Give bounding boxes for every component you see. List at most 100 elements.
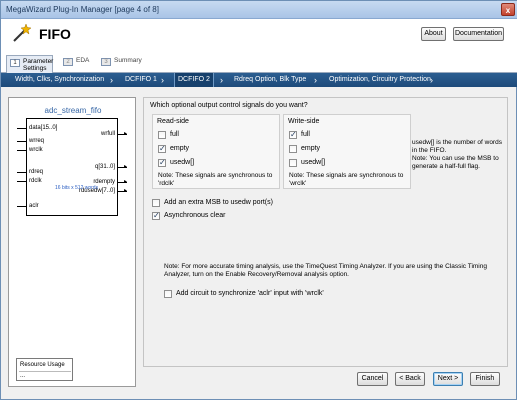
chevron-right-icon: › [430, 75, 433, 85]
chevron-right-icon: › [314, 75, 317, 85]
pin-rdclk: rdclk [29, 178, 42, 184]
tab-eda[interactable]: 2 EDA [60, 55, 96, 73]
output-arrow-icon: ▸ [124, 131, 128, 137]
resource-usage-value: ... [20, 373, 26, 379]
sync-aclr-checkbox[interactable] [164, 290, 172, 298]
read-empty-label: empty [170, 145, 190, 152]
crumb-dcfifo-2[interactable]: DCFIFO 2 [174, 73, 214, 87]
cancel-label: Cancel [361, 375, 384, 382]
options-panel: Which optional output control signals do… [143, 97, 508, 367]
timing-note-line1: Note: For more accurate timing analysis,… [164, 263, 487, 270]
read-full-label: full [170, 131, 179, 138]
finish-button[interactable]: Finish [470, 372, 500, 386]
wizard-header: FIFO About Documentation [1, 19, 517, 52]
msb-info-text: Note: You can use the MSB to generate a … [412, 155, 499, 170]
chevron-right-icon: › [110, 75, 113, 85]
pin-rdreq: rdreq [29, 169, 44, 175]
tab-number: 1 [10, 59, 20, 67]
chevron-right-icon: › [161, 75, 164, 85]
read-side-note: Note: These signals are synchronous to '… [158, 172, 272, 188]
usedw-info: usedw[] is the number of words in the FI… [412, 139, 508, 171]
divider [19, 371, 71, 372]
output-arrow-icon: ▸ [124, 179, 128, 185]
breadcrumb: Width, Clks, Synchronization › DCFIFO 1 … [1, 73, 517, 87]
about-button[interactable]: About [421, 27, 446, 41]
next-button[interactable]: Next > [433, 372, 463, 386]
diagram-title: adc_stream_fifo [44, 106, 102, 115]
crumb-width-clks[interactable]: Width, Clks, Synchronization [15, 73, 104, 87]
pin-stub [17, 206, 26, 207]
resource-usage-box: Resource Usage ... [16, 358, 73, 381]
pin-wrclk: wrclk [29, 147, 43, 153]
documentation-label: Documentation [454, 30, 503, 37]
magic-wand-icon [13, 23, 32, 42]
extra-msb-label: Add an extra MSB to usedw port(s) [164, 199, 273, 206]
async-clear-checkbox[interactable] [152, 211, 160, 220]
timing-note: Note: For more accurate timing analysis,… [164, 263, 504, 279]
tab-summary[interactable]: 3 Summary [98, 55, 146, 73]
title-bar: MegaWizard Plug-In Manager [page 4 of 8]… [1, 1, 517, 19]
write-usedw-checkbox[interactable] [289, 159, 297, 167]
crumb-dcfifo-1[interactable]: DCFIFO 1 [125, 73, 157, 87]
pin-data: data[15..0] [29, 125, 58, 131]
signals-question: Which optional output control signals do… [150, 102, 308, 109]
about-label: About [424, 30, 443, 37]
tab-parameter-settings[interactable]: 1 Parameter Settings [6, 55, 53, 74]
write-note-line2: 'wrclk' [289, 180, 307, 187]
back-label: < Back [399, 375, 421, 382]
read-note-line2: 'rdclk' [158, 180, 175, 187]
output-arrow-icon: ▸ [124, 188, 128, 194]
write-side-group: Write-side full empty usedw[] Note: Thes… [283, 114, 411, 189]
read-side-heading: Read-side [157, 118, 189, 125]
read-side-group: Read-side full empty usedw[] Note: These… [152, 114, 280, 189]
cancel-button[interactable]: Cancel [357, 372, 388, 386]
pin-stub [17, 181, 26, 182]
tab-label: Summary [114, 57, 142, 64]
read-usedw-checkbox[interactable] [158, 158, 166, 167]
page-title: FIFO [39, 26, 71, 42]
symbol-preview-panel: adc_stream_fifo ▸ ▸ ▸ ▸ data[15..0] wrre… [8, 97, 136, 387]
pin-aclr: aclr [29, 203, 39, 209]
pin-wrreq: wrreq [29, 138, 45, 144]
page-tabs: 1 Parameter Settings 2 EDA 3 Summary [1, 52, 517, 74]
tab-label-line2: Settings [23, 65, 47, 72]
pin-stub [17, 141, 26, 142]
tab-number: 2 [63, 58, 73, 66]
timing-note-line2: Analyzer, turn on the Enable Recovery/Re… [164, 271, 349, 278]
crumb-optimization[interactable]: Optimization, Circuitry Protection [329, 73, 431, 87]
usedw-info-text: usedw[] is the number of words in the FI… [412, 139, 502, 154]
write-empty-checkbox[interactable] [289, 145, 297, 153]
back-button[interactable]: < Back [395, 372, 425, 386]
next-label: Next > [437, 375, 459, 382]
read-full-checkbox[interactable] [158, 131, 166, 139]
write-full-checkbox[interactable] [289, 130, 297, 139]
async-clear-label: Asynchronous clear [164, 212, 226, 219]
write-empty-label: empty [301, 145, 321, 152]
tab-label: EDA [76, 57, 90, 64]
tab-number: 3 [101, 58, 111, 66]
megawizard-window: MegaWizard Plug-In Manager [page 4 of 8]… [0, 0, 517, 400]
read-note-line1: Note: These signals are synchronous to [158, 172, 273, 179]
pin-q: q[31..0] [94, 164, 115, 170]
sync-aclr-label: Add circuit to synchronize 'aclr' input … [176, 290, 324, 297]
write-full-label: full [301, 131, 310, 138]
read-usedw-label: usedw[] [170, 159, 195, 166]
documentation-button[interactable]: Documentation [453, 27, 504, 41]
crumb-rdreq-option[interactable]: Rdreq Option, Blk Type [234, 73, 306, 87]
fifo-block: data[15..0] wrreq wrclk rdreq rdclk aclr… [26, 118, 118, 216]
pin-stub [17, 172, 26, 173]
close-button[interactable]: x [501, 3, 515, 16]
window-title: MegaWizard Plug-In Manager [page 4 of 8] [6, 5, 159, 14]
pin-wrfull: wrfull [100, 131, 115, 137]
read-empty-checkbox[interactable] [158, 144, 166, 153]
extra-msb-checkbox[interactable] [152, 199, 160, 207]
write-side-note: Note: These signals are synchronous to '… [289, 172, 403, 188]
chevron-right-icon: › [220, 75, 223, 85]
depth-note: 16 bits x 512 words [55, 185, 99, 191]
finish-label: Finish [475, 375, 495, 382]
resource-usage-label: Resource Usage [20, 362, 65, 368]
write-side-heading: Write-side [288, 118, 320, 125]
write-note-line1: Note: These signals are synchronous to [289, 172, 404, 179]
pin-stub [17, 150, 26, 151]
pin-stub [17, 128, 26, 129]
